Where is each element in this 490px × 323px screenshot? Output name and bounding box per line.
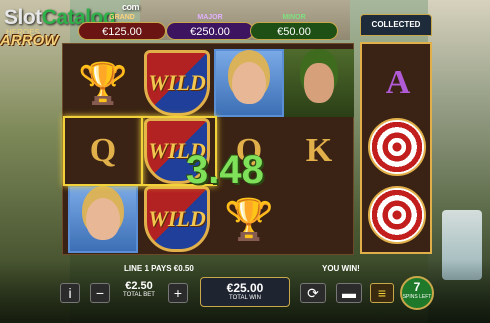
collected-panel: COLLECTED A xyxy=(360,14,432,254)
reel-4-row-1 xyxy=(283,48,355,118)
total-win-label: TOTAL WIN xyxy=(229,295,261,301)
letter-k-symbol: K xyxy=(305,132,333,169)
spin-button[interactable]: ⟳ xyxy=(300,283,326,303)
menu-icon: ≡ xyxy=(377,285,387,301)
target-icon xyxy=(368,186,426,244)
wild-symbol: WILD xyxy=(144,186,210,252)
chalice-icon: 🏆 xyxy=(224,197,274,242)
total-bet-value: €2.50 xyxy=(125,280,153,292)
collected-letter-a: A xyxy=(385,64,411,101)
jackpot-minor: MINOR €50.00 xyxy=(250,14,338,44)
chalice-icon: 🏆 xyxy=(78,61,128,106)
autoplay-button[interactable]: ▬ xyxy=(336,283,362,303)
reel-4-row-3 xyxy=(283,184,355,254)
total-win-value: €25.00 xyxy=(226,281,264,295)
reel-3-row-1 xyxy=(213,48,285,118)
game-logo: ARROW xyxy=(0,32,59,49)
lady-portrait-symbol xyxy=(214,49,284,117)
archer-symbol xyxy=(284,49,354,117)
increase-bet-button[interactable]: + xyxy=(168,283,188,303)
refresh-icon: ⟳ xyxy=(307,284,319,301)
card-icon: ▬ xyxy=(342,285,356,301)
menu-button[interactable]: ≡ xyxy=(370,283,394,303)
reel-2-row-1: WILD xyxy=(141,48,213,118)
decrease-bet-button[interactable]: − xyxy=(90,283,110,303)
reel-2-row-3: WILD xyxy=(141,184,213,254)
minus-icon: − xyxy=(95,285,105,301)
target-icon xyxy=(368,118,426,176)
reel-4-row-2: K xyxy=(283,116,355,186)
wild-symbol: WILD xyxy=(144,50,210,116)
collected-reel: A xyxy=(360,42,432,254)
watermark-slot: Slot xyxy=(4,6,42,29)
reel-3-row-3: 🏆 xyxy=(213,184,285,254)
jackpot-major-label: MAJOR xyxy=(197,14,223,21)
spins-left-value: 7 xyxy=(413,280,421,294)
watermark-com: com xyxy=(122,2,140,12)
reel-1-row-3 xyxy=(67,184,139,254)
you-win-label: YOU WIN! xyxy=(322,264,360,273)
lady-portrait-symbol xyxy=(68,185,138,253)
jackpot-minor-value: €50.00 xyxy=(250,22,338,40)
total-bet-display: €2.50 TOTAL BET xyxy=(112,280,166,306)
jackpot-major: MAJOR €250.00 xyxy=(166,14,254,44)
collected-title: COLLECTED xyxy=(360,14,432,36)
total-bet-label: TOTAL BET xyxy=(123,292,155,298)
total-win-display: €25.00 TOTAL WIN xyxy=(200,277,290,307)
jackpot-grand-value: €125.00 xyxy=(78,22,166,40)
jackpot-grand: GRAND €125.00 xyxy=(78,14,166,44)
spins-left-label: SPINS LEFT xyxy=(402,294,432,300)
line-pay-info: LINE 1 PAYS €0.50 xyxy=(124,264,194,273)
jackpot-minor-label: MINOR xyxy=(282,14,306,21)
info-icon: i xyxy=(68,285,72,301)
info-button[interactable]: i xyxy=(60,283,80,303)
jackpot-major-value: €250.00 xyxy=(166,22,254,40)
plus-icon: + xyxy=(173,285,183,301)
reel-1-row-1: 🏆 xyxy=(67,48,139,118)
spins-left-badge: 7 SPINS LEFT xyxy=(400,276,434,310)
win-line-highlight xyxy=(63,116,143,186)
jackpot-grand-label: GRAND xyxy=(109,14,135,21)
win-amount-overlay: 3.48 xyxy=(186,148,264,192)
